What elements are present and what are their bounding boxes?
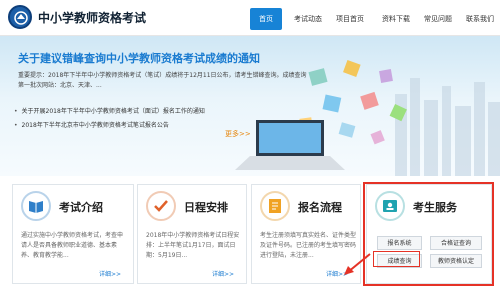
site-title: 中小学教师资格考试 bbox=[38, 11, 147, 25]
nav-exam-news[interactable]: 考试动态 bbox=[290, 8, 326, 30]
card-schedule: 日程安排 2018年中小学教师资格考试日程安排：上半年笔试1月17日，面试日期：… bbox=[137, 184, 247, 284]
card-description: 通过实施中小学教师资格考试，考查申请人是否具备教师职业道德、基本素养、教育教学能… bbox=[21, 232, 124, 259]
highlight-box-score-query bbox=[373, 251, 420, 267]
highlight-box-services bbox=[363, 182, 494, 286]
card-title: 考试介绍 bbox=[59, 201, 103, 214]
card-description: 2018年中小学教师资格考试日程安排：上半年笔试1月17日，面试日期：5月19日… bbox=[146, 232, 240, 259]
banner-headline[interactable]: 关于建议错峰查询中小学教师资格考试成绩的通知 bbox=[18, 50, 260, 66]
card-title: 日程安排 bbox=[184, 201, 228, 214]
banner-link-interview-notice[interactable]: 关于开展2018年下半年中小学教师资格考试（面试）报名工作的通知 bbox=[14, 106, 205, 115]
card-exam-intro: 考试介绍 通过实施中小学教师资格考试，考查申请人是否具备教师职业道德、基本素养、… bbox=[12, 184, 134, 284]
banner-link-beijing-announcement[interactable]: 2018年下半年北京市中小学教师资格考试笔试报名公告 bbox=[14, 120, 169, 129]
nav-contact[interactable]: 联系我们 bbox=[462, 8, 498, 30]
card-more-link[interactable]: 详细>> bbox=[212, 269, 234, 278]
checkmark-icon bbox=[146, 191, 176, 221]
book-icon bbox=[21, 191, 51, 221]
nav-home[interactable]: 首页 bbox=[250, 8, 282, 30]
site-logo[interactable]: 中小学教师资格考试 bbox=[8, 5, 158, 31]
document-icon bbox=[260, 191, 290, 221]
hero-banner: 关于建议错峰查询中小学教师资格考试成绩的通知 重要提示：2018年下半年中小学教… bbox=[0, 36, 500, 176]
site-header: 中小学教师资格考试 首页 考试动态 项目首页 资料下载 常见问题 联系我们 bbox=[0, 0, 500, 36]
nav-downloads[interactable]: 资料下载 bbox=[378, 8, 414, 30]
highlight-arrow-icon bbox=[344, 253, 371, 275]
main-nav: 首页 考试动态 项目首页 资料下载 常见问题 联系我们 bbox=[250, 8, 500, 30]
card-title: 报名流程 bbox=[298, 201, 342, 214]
banner-more-link[interactable]: 更多>> bbox=[225, 129, 251, 139]
card-more-link[interactable]: 详细>> bbox=[99, 269, 121, 278]
logo-emblem-icon bbox=[8, 5, 32, 29]
nav-faq[interactable]: 常见问题 bbox=[420, 8, 456, 30]
banner-notice-text: 重要提示：2018年下半年中小学教师资格考试（笔试）成绩将于12月11日公布，请… bbox=[18, 72, 307, 89]
nav-project-home[interactable]: 项目首页 bbox=[332, 8, 368, 30]
